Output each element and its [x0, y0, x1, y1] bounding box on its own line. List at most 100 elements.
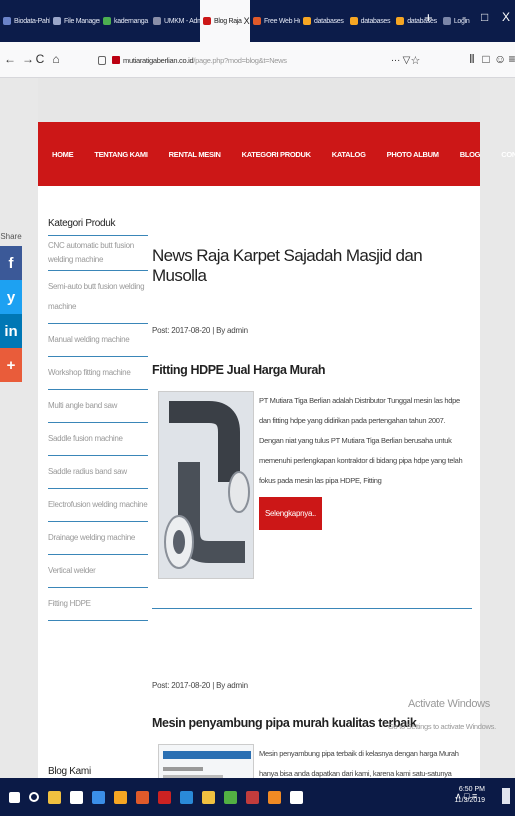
- back-arrow-icon[interactable]: ←: [4, 52, 16, 66]
- nav-item-tentang-kami[interactable]: TENTANG KAMI: [94, 150, 148, 159]
- add-share-icon[interactable]: +: [0, 348, 22, 382]
- post-thumbnail-image[interactable]: [158, 391, 254, 579]
- search-icon[interactable]: [29, 792, 39, 802]
- browser-tab[interactable]: Biodata-Pahl: [0, 0, 50, 42]
- nav-item-rental-mesin[interactable]: RENTAL MESIN: [169, 150, 221, 159]
- close-tab-icon[interactable]: X: [244, 16, 250, 26]
- pen-icon[interactable]: [290, 790, 303, 804]
- url-bar[interactable]: mutiaratigaberlian.co.id /page.php?mod=b…: [98, 48, 420, 72]
- sidebar-category-link[interactable]: Electrofusion welding machine: [48, 489, 148, 522]
- site-favicon-icon: [112, 56, 120, 64]
- tab-favicon-icon: [303, 17, 311, 25]
- opera-icon[interactable]: [158, 790, 171, 804]
- tab-label: Blog Raja: [214, 17, 242, 25]
- tab-label: kadernanga: [114, 17, 148, 25]
- clock-date: 11/3/2019: [454, 797, 485, 804]
- browser-tab[interactable]: Free Web Ho: [250, 0, 300, 42]
- sidebar-category-link[interactable]: Workshop fitting machine: [48, 357, 148, 390]
- edge-icon[interactable]: [92, 790, 105, 804]
- notifications-icon[interactable]: [502, 788, 510, 804]
- library-icon[interactable]: Ⅱ: [466, 52, 478, 66]
- tab-favicon-icon: [203, 17, 211, 25]
- forward-arrow-icon[interactable]: →: [22, 52, 34, 66]
- tab-label: databases: [360, 17, 391, 25]
- browser-tab[interactable]: databases: [347, 0, 394, 42]
- activate-windows-subtitle: Go to Settings to activate Windows.: [388, 722, 496, 731]
- store-icon[interactable]: [70, 790, 83, 804]
- twitter-icon[interactable]: y: [0, 280, 22, 314]
- browser-tab[interactable]: Login: [440, 0, 473, 42]
- pocket-icon[interactable]: ▽: [403, 55, 411, 66]
- restore-button[interactable]: □: [481, 10, 488, 24]
- browser-tab[interactable]: kadernanga: [100, 0, 150, 42]
- close-window-button[interactable]: X: [502, 10, 510, 24]
- nav-item-photo-album[interactable]: PHOTO ALBUM: [387, 150, 439, 159]
- chrome-icon[interactable]: [180, 790, 193, 804]
- sidebar-title: Kategori Produk: [48, 218, 148, 236]
- main-navigation: HOME TENTANG KAMI RENTAL MESIN KATEGORI PRO…: [38, 122, 515, 186]
- lock-icon: [98, 55, 106, 65]
- home-icon[interactable]: ⌂: [50, 52, 62, 66]
- post-excerpt: PT Mutiara Tiga Berlian adalah Distribut…: [259, 396, 463, 485]
- tab-favicon-icon: [53, 17, 61, 25]
- share-label: Share: [0, 232, 22, 241]
- sidebar-category-link[interactable]: Vertical welder: [48, 555, 148, 588]
- tab-favicon-icon: [3, 17, 11, 25]
- nav-item-blog[interactable]: BLOG: [460, 150, 481, 159]
- browser-tab-bar: Biodata-Pahl File Manager kadernanga UMKM -…: [0, 0, 515, 42]
- browser-tab[interactable]: databases: [300, 0, 347, 42]
- tab-label: File Manager: [64, 17, 100, 25]
- app-icon[interactable]: [246, 790, 259, 804]
- start-icon[interactable]: [9, 791, 20, 803]
- sidebar-icon[interactable]: □: [480, 52, 492, 66]
- category-sidebar: Kategori Produk CNC automatic butt fusio…: [48, 218, 148, 777]
- sidebar-category-link[interactable]: Saddle radius band saw: [48, 456, 148, 489]
- file-explorer-icon[interactable]: [48, 790, 61, 804]
- app-icon[interactable]: [268, 790, 281, 804]
- sidebar-category-link[interactable]: Saddle fusion machine: [48, 423, 148, 456]
- facebook-icon[interactable]: f: [0, 246, 22, 280]
- browser-nav-bar: ← → C ⌂ mutiaratigaberlian.co.id /page.p…: [0, 42, 515, 78]
- firefox-icon[interactable]: [136, 790, 149, 804]
- app-icon[interactable]: [224, 790, 237, 804]
- account-icon[interactable]: ☺: [494, 52, 506, 66]
- bookmark-star-icon[interactable]: ☆: [410, 54, 420, 67]
- activate-windows-title: Activate Windows: [408, 698, 491, 710]
- nav-item-katalog[interactable]: KATALOG: [332, 150, 366, 159]
- reload-icon[interactable]: C: [34, 52, 46, 66]
- clock[interactable]: 6:50 PM 11/3/2019: [454, 784, 485, 806]
- sidebar-category-link[interactable]: Manual welding machine: [48, 324, 148, 357]
- tab-label: databases: [314, 17, 344, 25]
- url-domain: mutiaratigaberlian.co.id: [123, 55, 194, 65]
- tab-favicon-icon: [442, 17, 451, 25]
- linkedin-icon[interactable]: in: [0, 314, 22, 348]
- nav-item-contacts[interactable]: CONTACTS: [501, 150, 515, 159]
- page-viewport: HOME TENTANG KAMI RENTAL MESIN KATEGORI PRO…: [0, 78, 515, 814]
- menu-icon[interactable]: ≡: [506, 52, 515, 66]
- browser-tab[interactable]: UMKM - Admin: [150, 0, 200, 42]
- nav-item-kategori-produk[interactable]: KATEGORI PRODUK: [242, 150, 311, 159]
- post-body: PT Mutiara Tiga Berlian adalah Distribut…: [152, 391, 472, 609]
- windows-taskbar: ∧ □ ≡ 6:50 PM 11/3/2019: [0, 778, 515, 816]
- header-band: [38, 78, 480, 122]
- sidebar-category-link[interactable]: CNC automatic butt fusion welding machin…: [48, 236, 148, 271]
- minimize-button[interactable]: -: [462, 10, 466, 24]
- sidebar-category-link[interactable]: Drainage welding machine: [48, 522, 148, 555]
- post-title[interactable]: Fitting HDPE Jual Harga Murah: [152, 363, 472, 377]
- tab-favicon-icon: [396, 17, 405, 25]
- sidebar-category-link[interactable]: Fitting HDPE: [48, 588, 148, 621]
- tab-favicon-icon: [253, 17, 261, 25]
- post-meta: Post: 2017-08-20 | By admin: [152, 681, 248, 690]
- new-tab-button[interactable]: +: [424, 10, 433, 27]
- tab-label: Free Web Ho: [264, 17, 300, 25]
- page-actions-icon[interactable]: ···: [391, 55, 400, 66]
- sidebar-category-link[interactable]: Multi angle band saw: [48, 390, 148, 423]
- page-title: News Raja Karpet Sajadah Masjid dan Muso…: [152, 246, 423, 285]
- read-more-button[interactable]: Selengkapnya..: [259, 497, 322, 530]
- browser-tab[interactable]: Blog Raja X: [200, 0, 250, 42]
- folder-icon[interactable]: [202, 790, 215, 804]
- vlc-icon[interactable]: [114, 790, 127, 804]
- nav-item-home[interactable]: HOME: [52, 150, 74, 159]
- browser-tab[interactable]: File Manager: [50, 0, 100, 42]
- sidebar-category-link[interactable]: Semi-auto butt fusion welding machine: [48, 271, 148, 324]
